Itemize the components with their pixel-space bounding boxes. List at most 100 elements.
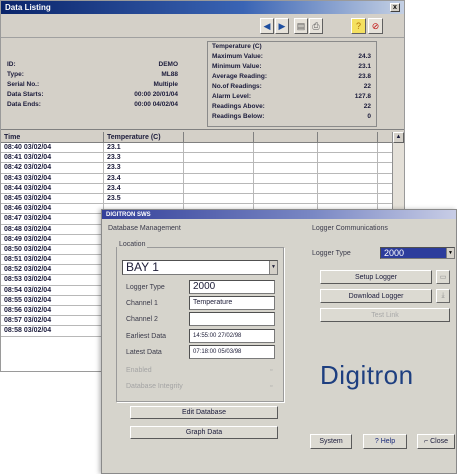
system-button[interactable]: System: [310, 434, 352, 449]
table-row[interactable]: 08:42 03/02/04 23.3: [1, 163, 404, 174]
location-select[interactable]: BAY 1 ▼: [122, 260, 278, 275]
time-cell: 08:47 03/02/04: [1, 214, 104, 224]
test-link-button[interactable]: Test Link: [320, 308, 450, 322]
info-label: Serial No.:: [7, 81, 40, 88]
stat-label: Minimum Value:: [212, 63, 262, 70]
time-cell: 08:55 03/02/04: [1, 295, 104, 305]
channel2-field[interactable]: [189, 312, 275, 326]
database-integrity-label: Database Integrity: [126, 383, 183, 390]
comm-logger-type-value: 2000: [384, 248, 405, 258]
next-arrow-icon[interactable]: ▶: [275, 18, 289, 34]
copy-icon[interactable]: ▤: [294, 18, 308, 34]
empty-cell: [318, 163, 378, 173]
graph-data-button[interactable]: Graph Data: [130, 426, 278, 439]
earliest-data-label: Earliest Data: [126, 333, 167, 340]
summary-panel: ID: DEMO Type: ML88 Serial No.: Multiple Data …: [1, 38, 404, 130]
enabled-label: Enabled: [126, 367, 152, 374]
close-button-label: Close: [430, 438, 448, 445]
scroll-up-icon[interactable]: ▲: [393, 132, 404, 143]
info-value: 00:00 20/01/04: [134, 91, 178, 98]
edit-database-button[interactable]: Edit Database: [130, 406, 278, 419]
time-cell: 08:57 03/02/04: [1, 316, 104, 326]
table-row[interactable]: 08:44 03/02/04 23.4: [1, 183, 404, 194]
download-options-icon[interactable]: ⤓: [436, 289, 450, 303]
statistics-title: Temperature (C): [212, 43, 262, 50]
time-cell: 08:46 03/02/04: [1, 204, 104, 214]
temperature-cell: 23.4: [104, 183, 184, 193]
empty-cell: [254, 153, 318, 163]
time-cell: 08:53 03/02/04: [1, 275, 104, 285]
help-button[interactable]: ? Help: [363, 434, 407, 449]
database-integrity-checkbox[interactable]: ▫: [270, 383, 272, 390]
time-cell: 08:49 03/02/04: [1, 234, 104, 244]
temperature-cell: 23.4: [104, 173, 184, 183]
print-icon[interactable]: ⎙: [309, 18, 323, 34]
time-cell: 08:48 03/02/04: [1, 224, 104, 234]
stat-value: 23.8: [358, 73, 371, 80]
chevron-down-icon[interactable]: ▼: [446, 248, 454, 258]
toolbar: ◀ ▶ ▤ ⎙ ? ⊘: [1, 14, 404, 38]
empty-cell: [184, 193, 254, 204]
info-value: Multiple: [153, 81, 178, 88]
database-management-label: Database Management: [108, 225, 181, 232]
temperature-cell: 23.1: [104, 143, 184, 153]
time-cell: 08:50 03/02/04: [1, 244, 104, 255]
comm-logger-type-select[interactable]: 2000 ▼: [380, 247, 455, 259]
digitron-logo: Digitron: [320, 360, 414, 390]
empty-cell: [254, 163, 318, 173]
help-icon[interactable]: ?: [351, 18, 366, 34]
table-row[interactable]: 08:40 03/02/04 23.1: [1, 143, 404, 154]
stat-label: Readings Above:: [212, 103, 265, 110]
empty-cell: [254, 183, 318, 193]
info-value: DEMO: [158, 61, 179, 68]
table-row[interactable]: 08:43 03/02/04 23.4: [1, 173, 404, 184]
chevron-down-icon[interactable]: ▼: [269, 261, 277, 274]
temperature-cell: 23.3: [104, 153, 184, 163]
time-cell: 08:54 03/02/04: [1, 285, 104, 295]
empty-cell: [254, 173, 318, 183]
close-button[interactable]: ⌐ Close: [417, 434, 455, 449]
window-title: Data Listing: [5, 3, 51, 12]
setup-options-icon[interactable]: ▭: [436, 270, 450, 284]
close-window-button[interactable]: x: [390, 3, 400, 12]
channel1-label: Channel 1: [126, 300, 158, 307]
stat-label: Readings Below:: [212, 113, 265, 120]
channel1-field[interactable]: Temperature: [189, 296, 275, 310]
empty-cell: [184, 143, 254, 153]
info-label: Type:: [7, 71, 24, 78]
time-cell: 08:41 03/02/04: [1, 153, 104, 163]
stat-value: 24.3: [358, 53, 371, 60]
time-cell: 08:42 03/02/04: [1, 163, 104, 173]
column-header-time[interactable]: Time: [1, 132, 104, 142]
location-value: BAY 1: [126, 260, 159, 274]
logger-communications-label: Logger Communications: [312, 225, 388, 232]
earliest-data-field[interactable]: 14:55:00 27/02/98: [189, 329, 275, 343]
time-cell: 08:52 03/02/04: [1, 265, 104, 275]
setup-logger-button[interactable]: Setup Logger: [320, 270, 432, 284]
download-logger-button[interactable]: Download Logger: [320, 289, 432, 303]
time-cell: 08:51 03/02/04: [1, 255, 104, 265]
table-row[interactable]: 08:45 03/02/04 23.5: [1, 193, 404, 205]
stat-value: 22: [363, 103, 371, 110]
temperature-cell: 23.3: [104, 163, 184, 173]
column-header-temperature[interactable]: Temperature (C): [104, 132, 184, 142]
empty-cell: [184, 183, 254, 193]
info-label: Data Ends:: [7, 101, 41, 108]
empty-cell: [254, 193, 318, 204]
logger-type-field[interactable]: 2000: [189, 280, 275, 294]
latest-data-field[interactable]: 07:18:00 05/03/98: [189, 345, 275, 359]
stat-value: 23.1: [358, 63, 371, 70]
previous-arrow-icon[interactable]: ◀: [260, 18, 274, 34]
table-row[interactable]: 08:41 03/02/04 23.3: [1, 153, 404, 164]
enabled-checkbox[interactable]: ▫: [270, 367, 272, 374]
empty-cell: [318, 153, 378, 163]
stop-icon[interactable]: ⊘: [368, 18, 383, 34]
time-cell: 08:43 03/02/04: [1, 173, 104, 183]
info-label: Data Starts:: [7, 91, 44, 98]
time-cell: 08:44 03/02/04: [1, 183, 104, 193]
time-cell: 08:56 03/02/04: [1, 306, 104, 316]
empty-cell: [184, 173, 254, 183]
time-cell: 08:45 03/02/04: [1, 193, 104, 204]
stat-label: Maximum Value:: [212, 53, 263, 60]
info-value: ML88: [161, 71, 178, 78]
